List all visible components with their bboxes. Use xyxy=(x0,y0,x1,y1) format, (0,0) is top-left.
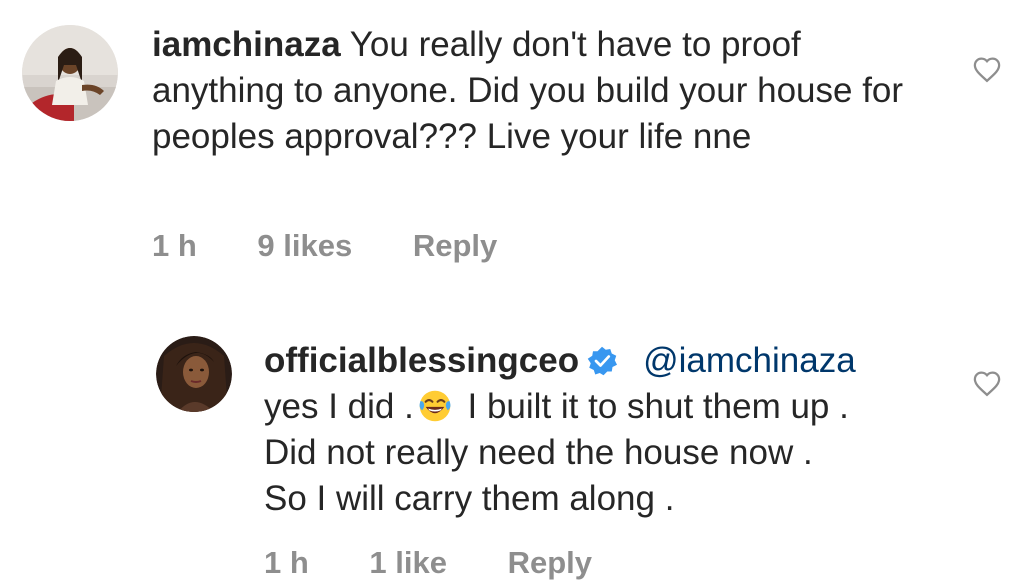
comment-text-continued: I built it to shut them up . xyxy=(457,387,849,426)
avatar-image xyxy=(156,336,232,412)
comment-likes[interactable]: 9 likes xyxy=(257,228,352,263)
comment-time: 1 h xyxy=(264,545,309,580)
reply-comment: officialblessingceo @iamchinaza yes I di… xyxy=(0,290,1031,580)
comment-text: yes I did . xyxy=(264,387,414,426)
avatar[interactable] xyxy=(156,336,232,412)
comment-line-4: So I will carry them along . xyxy=(264,479,675,518)
comment-line-3: Did not really need the house now . xyxy=(264,433,813,472)
comment-line-1: officialblessingceo @iamchinaza xyxy=(264,338,964,384)
reply-button[interactable]: Reply xyxy=(508,545,592,580)
mention-link[interactable]: @iamchinaza xyxy=(643,341,856,380)
comment: iamchinaza You really don't have to proo… xyxy=(0,0,1031,290)
comment-meta: 1 h 1 like Reply xyxy=(264,545,644,581)
comment-body: iamchinaza You really don't have to proo… xyxy=(152,22,942,160)
comment-meta: 1 h 9 likes Reply xyxy=(152,228,549,264)
comment-line-2: yes I did . I built it to shut them up . xyxy=(264,384,964,430)
comment-body: officialblessingceo @iamchinaza yes I di… xyxy=(264,338,964,522)
heart-outline-icon[interactable] xyxy=(972,369,1002,397)
comment-time: 1 h xyxy=(152,228,197,263)
verified-badge-icon xyxy=(587,346,618,376)
heart-outline-icon[interactable] xyxy=(972,55,1002,83)
comment-username[interactable]: iamchinaza xyxy=(152,25,341,64)
face-with-tears-of-joy-icon xyxy=(419,390,451,422)
comment-likes[interactable]: 1 like xyxy=(369,545,447,580)
avatar-image xyxy=(22,25,118,121)
reply-button[interactable]: Reply xyxy=(413,228,497,263)
comment-username[interactable]: officialblessingceo xyxy=(264,341,579,380)
avatar[interactable] xyxy=(22,25,118,121)
